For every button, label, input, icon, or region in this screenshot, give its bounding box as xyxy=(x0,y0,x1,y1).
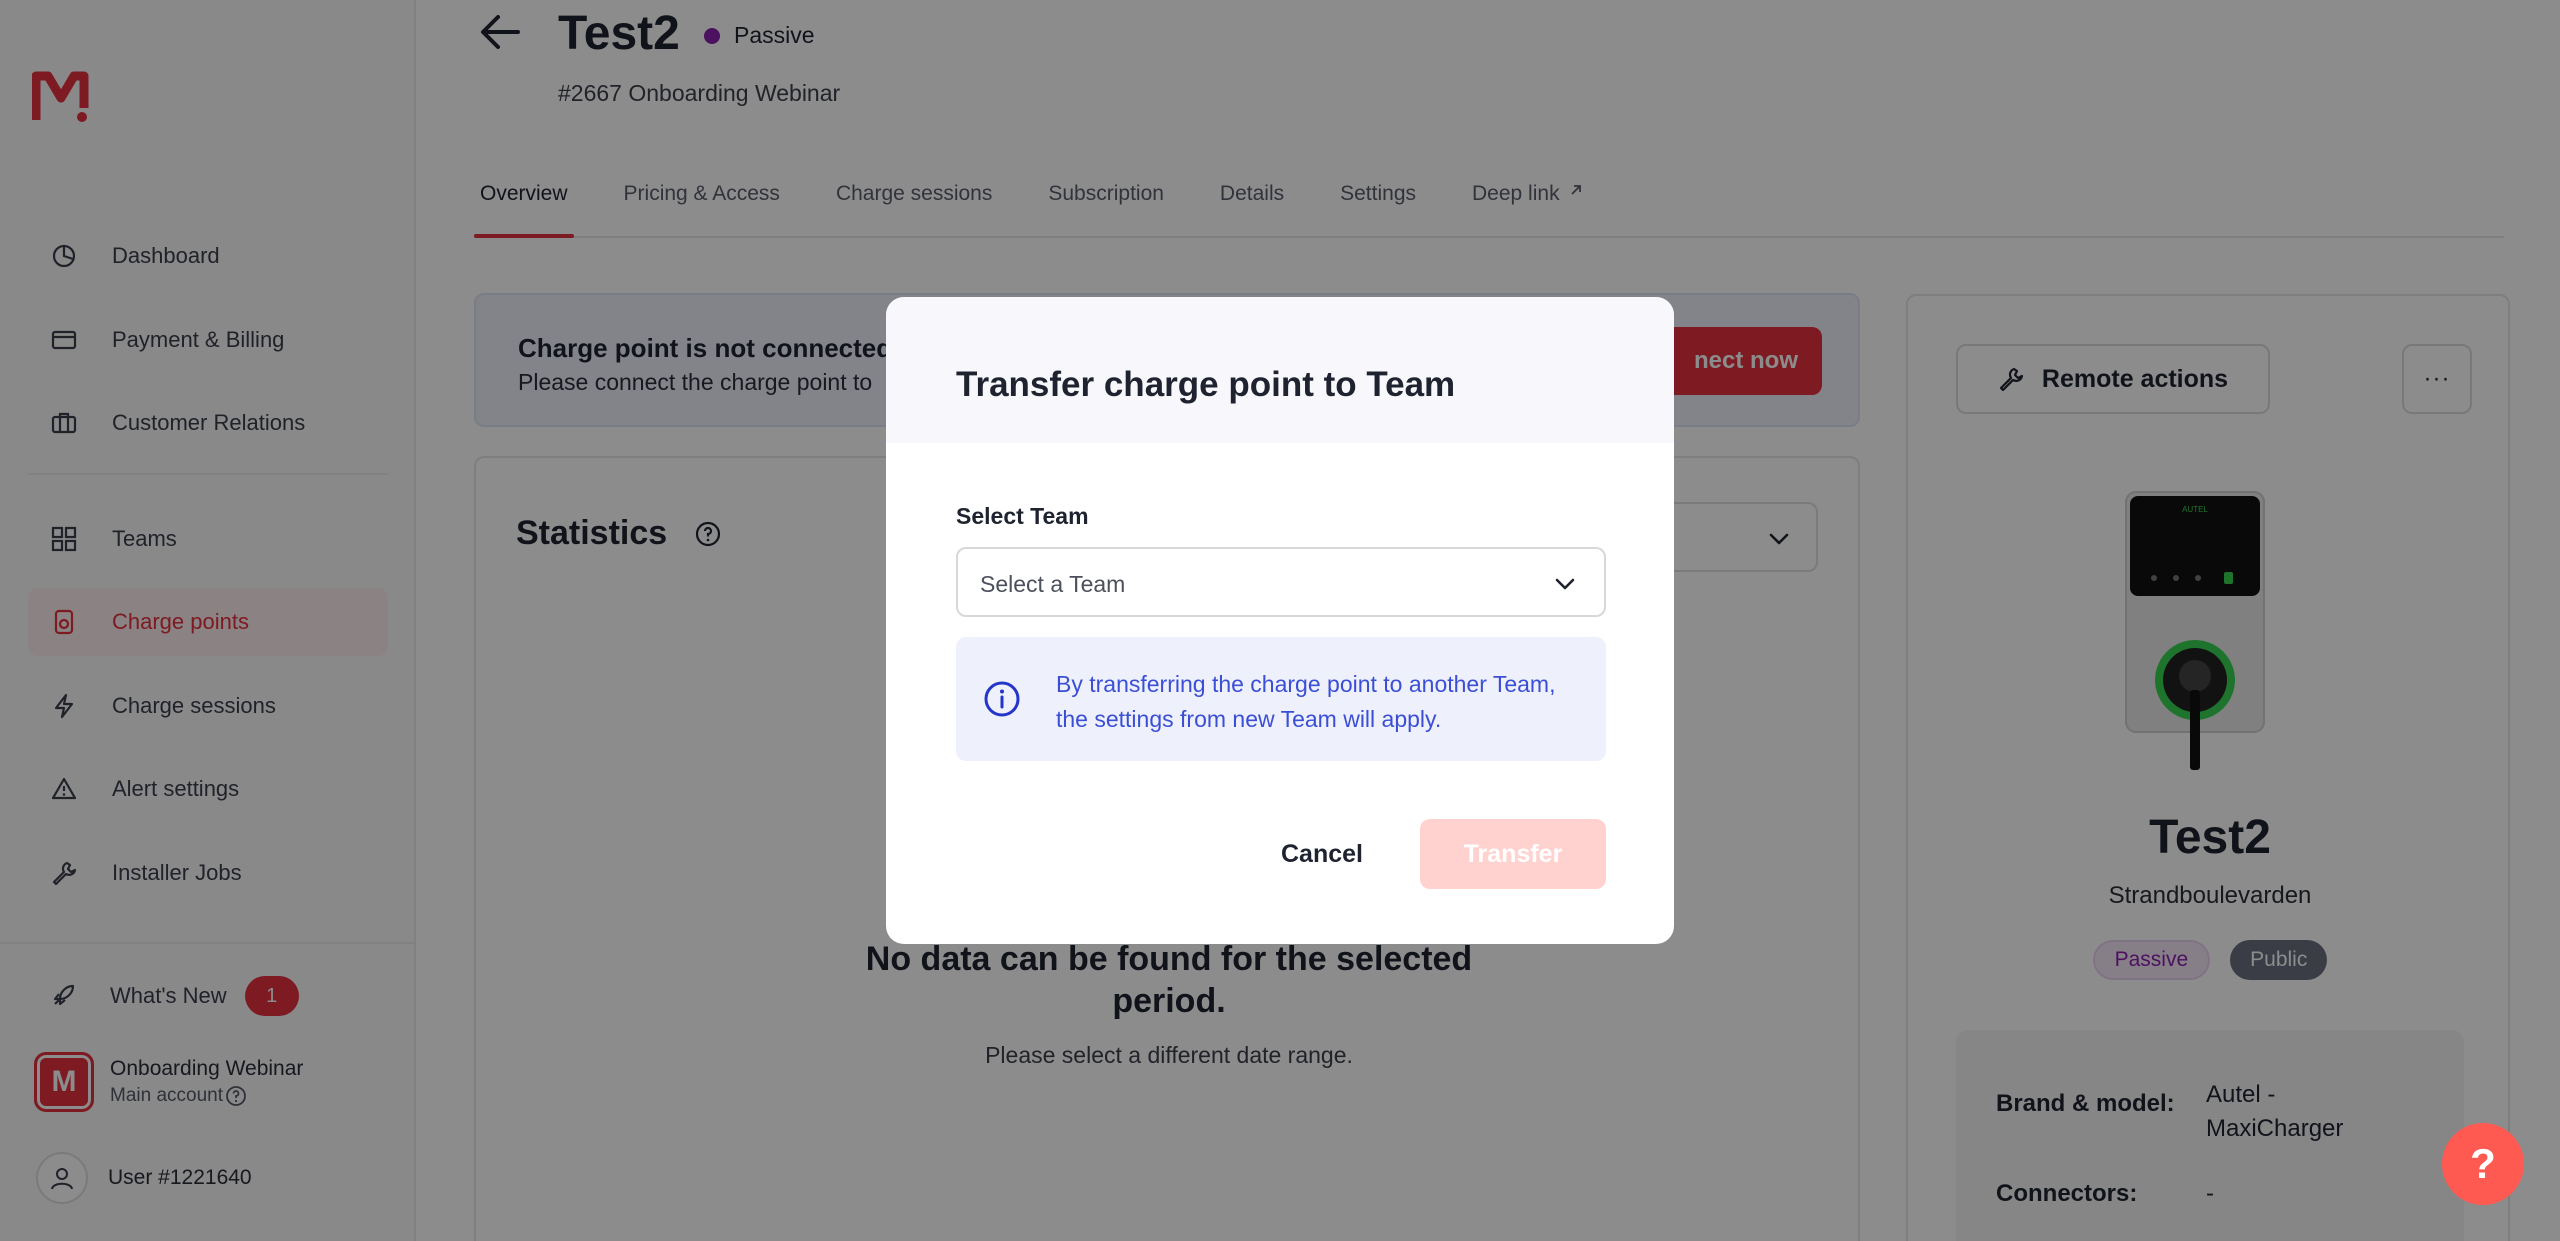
transfer-button[interactable]: Transfer xyxy=(1420,819,1606,889)
modal-title: Transfer charge point to Team xyxy=(956,365,1456,404)
chevron-down-icon xyxy=(1552,571,1578,602)
cancel-button[interactable]: Cancel xyxy=(1244,819,1400,889)
help-button[interactable]: ? xyxy=(2442,1123,2524,1205)
transfer-modal: Transfer charge point to Team Select Tea… xyxy=(886,297,1674,944)
info-icon xyxy=(982,679,1022,724)
select-team-label: Select Team xyxy=(956,503,1089,529)
transfer-info-note: By transferring the charge point to anot… xyxy=(956,637,1606,761)
transfer-info-text: By transferring the charge point to anot… xyxy=(1056,671,1556,732)
team-select[interactable]: Select a Team xyxy=(956,547,1606,617)
team-select-placeholder: Select a Team xyxy=(980,571,1126,597)
